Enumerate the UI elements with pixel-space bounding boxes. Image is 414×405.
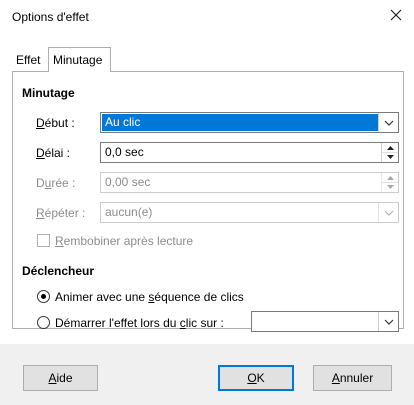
spin-down-icon[interactable] xyxy=(382,182,398,191)
repeter-value: aucun(e) xyxy=(105,205,153,219)
ok-button[interactable]: OK xyxy=(218,365,294,391)
chevron-down-icon[interactable] xyxy=(378,312,398,331)
radio-demarrer-label: Démarrer l'effet lors du clic sur : xyxy=(55,316,224,330)
repeter-dropdown[interactable]: aucun(e) xyxy=(100,202,399,223)
section-heading-minutage: Minutage xyxy=(22,86,75,100)
tab-minutage[interactable]: Minutage xyxy=(48,47,111,72)
spin-down-icon[interactable] xyxy=(382,152,398,161)
delai-value: 0,0 sec xyxy=(105,145,144,159)
close-icon[interactable] xyxy=(386,7,406,27)
section-heading-declencheur: Déclencheur xyxy=(22,264,95,278)
duree-value: 0,00 sec xyxy=(105,175,151,189)
rembobiner-label: Rembobiner après lecture xyxy=(55,234,194,248)
chevron-down-icon[interactable] xyxy=(378,203,398,222)
duree-spinbox[interactable]: 0,00 sec xyxy=(100,172,399,193)
delai-label: Délai : xyxy=(36,146,71,160)
tab-effet[interactable]: Effet xyxy=(12,49,48,71)
aide-button[interactable]: Aide xyxy=(23,365,98,391)
rembobiner-checkbox[interactable] xyxy=(37,234,50,247)
annuler-button[interactable]: Annuler xyxy=(313,365,392,391)
debut-value: Au clic xyxy=(105,115,141,129)
chevron-down-icon[interactable] xyxy=(378,113,398,132)
radio-animer-label: Animer avec une séquence de clics xyxy=(55,290,244,304)
duree-label: Durée : xyxy=(36,176,76,190)
debut-label: Début : xyxy=(36,116,75,130)
radio-animer-sequence[interactable] xyxy=(37,290,50,303)
repeter-label: Répéter : xyxy=(36,206,86,220)
radio-demarrer-clic[interactable] xyxy=(37,316,50,329)
clic-sur-dropdown[interactable] xyxy=(251,311,399,332)
tab-label: Effet xyxy=(16,53,41,67)
tab-label: Minutage xyxy=(53,53,103,67)
debut-dropdown[interactable]: Au clic xyxy=(100,112,399,133)
window-title: Options d'effet xyxy=(12,10,89,24)
delai-spinbox[interactable]: 0,0 sec xyxy=(100,142,399,163)
